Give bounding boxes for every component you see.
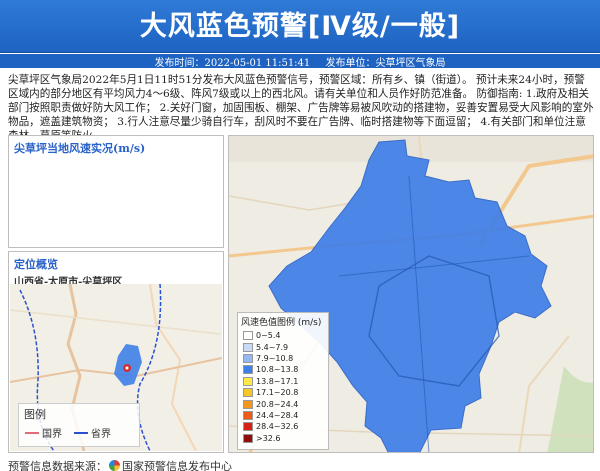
national-border-label: 国界	[42, 429, 62, 440]
overview-legend-title: 图例	[24, 408, 46, 421]
wind-legend-title: 风速色值图例 (m/s)	[241, 318, 322, 328]
wind-legend-label: 10.8~13.8	[256, 365, 299, 375]
wind-legend-row: 5.4~7.9	[238, 341, 328, 352]
wind-legend-label: 28.4~32.6	[256, 422, 299, 432]
wind-swatch	[243, 353, 253, 363]
wind-legend-label: 0~5.4	[256, 331, 281, 341]
wind-legend-row: 17.1~20.8	[238, 387, 328, 398]
data-source-footer: 预警信息数据来源： 国家预警信息发布中心	[8, 458, 232, 471]
location-panel-title: 定位概览	[14, 258, 58, 271]
wind-panel-title: 尖草坪当地风速实况(m/s)	[14, 142, 146, 155]
wind-legend-label: 7.9~10.8	[256, 353, 294, 363]
publish-unit: 发布单位：尖草坪区气象局	[325, 58, 446, 69]
warning-header: 大风蓝色预警[Ⅳ级/一般]	[0, 0, 600, 53]
overview-map[interactable]: 图例 国界 省界	[10, 284, 222, 451]
wind-swatch	[243, 376, 253, 386]
location-panel: 定位概览 山西省-太原市-尖草坪区 图例 国界 省界	[8, 251, 224, 453]
wind-legend-row: 28.4~32.6	[238, 421, 328, 432]
wind-legend-label: 24.4~28.4	[256, 410, 299, 420]
wind-legend-row: 20.8~24.4	[238, 398, 328, 409]
national-border-swatch	[25, 431, 39, 434]
wind-legend-label: 17.1~20.8	[256, 388, 299, 398]
wind-legend-row: 10.8~13.8	[238, 364, 328, 375]
wind-legend-row: 24.4~28.4	[238, 410, 328, 421]
source-prefix: 预警信息数据来源：	[8, 460, 107, 471]
publish-meta: 发布时间：2022-05-01 11:51:41 发布单位：尖草坪区气象局	[0, 54, 600, 69]
source-link[interactable]: 国家预警信息发布中心	[122, 460, 232, 471]
province-border-label: 省界	[91, 429, 111, 440]
wind-swatch	[243, 410, 253, 420]
agency-logo-icon	[109, 460, 120, 471]
wind-swatch	[243, 399, 253, 409]
warning-title: 大风蓝色预警[Ⅳ级/一般]	[139, 11, 461, 42]
wind-legend-label: 20.8~24.4	[256, 399, 299, 409]
wind-speed-panel: 尖草坪当地风速实况(m/s)	[8, 135, 224, 248]
publish-time: 发布时间：2022-05-01 11:51:41	[154, 58, 311, 69]
wind-speed-legend: 风速色值图例 (m/s) 0~5.4 5.4~7.9 7.9~10.8 10.8…	[237, 312, 329, 450]
wind-legend-row: 13.8~17.1	[238, 376, 328, 387]
wind-legend-label: >32.6	[256, 433, 281, 443]
warning-area-map[interactable]: 风速色值图例 (m/s) 0~5.4 5.4~7.9 7.9~10.8 10.8…	[228, 135, 594, 453]
wind-swatch	[243, 388, 253, 398]
wind-legend-row: >32.6	[238, 433, 328, 444]
overview-legend: 图例 国界 省界	[18, 403, 140, 447]
wind-swatch	[243, 365, 253, 375]
wind-legend-row: 0~5.4	[238, 330, 328, 341]
wind-legend-row: 7.9~10.8	[238, 353, 328, 364]
wind-swatch	[243, 422, 253, 432]
wind-swatch	[243, 342, 253, 352]
wind-legend-label: 5.4~7.9	[256, 342, 289, 352]
wind-swatch	[243, 331, 253, 341]
wind-swatch	[243, 433, 253, 443]
overview-legend-items: 国界 省界	[19, 422, 139, 440]
wind-legend-label: 13.8~17.1	[256, 376, 299, 386]
warning-description: 尖草坪区气象局2022年5月1日11时51分发布大风蓝色预警信号，预警区域：所有…	[8, 74, 594, 142]
province-border-swatch	[74, 431, 88, 434]
